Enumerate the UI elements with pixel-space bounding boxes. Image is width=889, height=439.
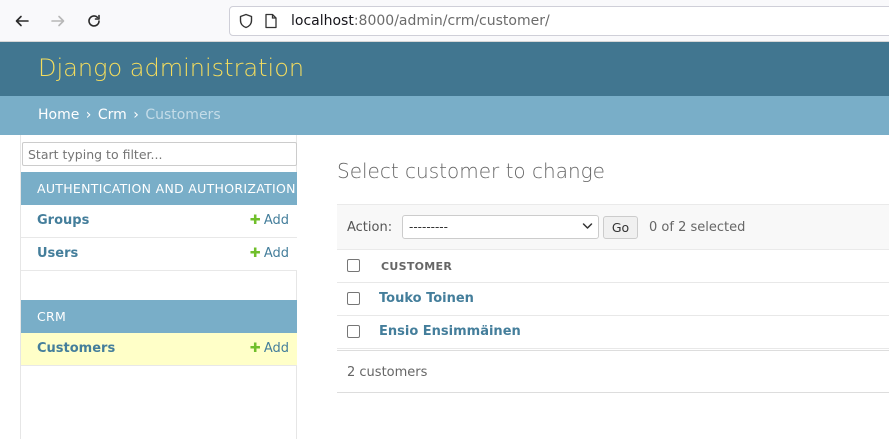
table-row: Touko Toinen xyxy=(337,283,889,316)
shield-icon[interactable] xyxy=(238,13,254,33)
add-group-button[interactable]: ✚ Add xyxy=(250,213,289,228)
action-selected-value: --------- xyxy=(409,220,448,234)
sidebar-item-customers[interactable]: Customers ✚ Add xyxy=(21,333,297,366)
nav-filter-input[interactable] xyxy=(22,142,297,166)
breadcrumb-home[interactable]: Home xyxy=(38,107,79,123)
reload-icon[interactable] xyxy=(82,10,106,32)
users-link[interactable]: Users xyxy=(37,246,78,261)
column-header-customer[interactable]: CUSTOMER xyxy=(381,260,452,273)
selected-count: 0 of 2 selected xyxy=(649,220,746,235)
paginator: 2 customers xyxy=(337,350,889,393)
actions-bar: Action: --------- Go 0 of 2 selected xyxy=(337,204,889,250)
result-count: 2 customers xyxy=(347,365,428,380)
page-title: Select customer to change xyxy=(337,159,605,183)
plus-icon: ✚ xyxy=(249,246,261,261)
url-text[interactable]: localhost:8000/admin/crm/customer/ xyxy=(291,13,550,29)
customer-link[interactable]: Touko Toinen xyxy=(379,291,474,306)
module-auth: AUTHENTICATION AND AUTHORIZATION Groups … xyxy=(21,172,297,271)
add-label: Add xyxy=(263,341,289,356)
add-user-button[interactable]: ✚ Add xyxy=(250,246,289,261)
module-crm: CRM Customers ✚ Add xyxy=(21,300,297,366)
row-checkbox[interactable] xyxy=(347,292,360,305)
result-list: CUSTOMER Touko Toinen Ensio Ensimmäinen xyxy=(337,250,889,349)
url-host: localhost xyxy=(291,13,354,29)
sidebar-item-users[interactable]: Users ✚ Add xyxy=(21,238,297,271)
site-branding[interactable]: Django administration xyxy=(38,54,304,82)
module-caption-crm[interactable]: CRM xyxy=(21,300,297,333)
chevron-down-icon xyxy=(582,219,593,236)
customers-link[interactable]: Customers xyxy=(37,341,115,356)
row-checkbox[interactable] xyxy=(347,325,360,338)
groups-link[interactable]: Groups xyxy=(37,213,89,228)
site-header: Django administration xyxy=(0,42,889,96)
address-bar[interactable]: localhost:8000/admin/crm/customer/ xyxy=(229,6,889,36)
table-header: CUSTOMER xyxy=(337,250,889,283)
breadcrumb-crm[interactable]: Crm xyxy=(98,107,127,123)
page-icon[interactable] xyxy=(264,13,278,33)
add-customer-button[interactable]: ✚ Add xyxy=(250,341,289,356)
forward-arrow-icon[interactable] xyxy=(46,10,70,32)
content-main: Select customer to change Action: ------… xyxy=(297,135,889,439)
url-path: :8000/admin/crm/customer/ xyxy=(353,13,550,29)
select-all-checkbox[interactable] xyxy=(347,259,360,272)
browser-toolbar: localhost:8000/admin/crm/customer/ xyxy=(0,0,889,42)
add-label: Add xyxy=(263,246,289,261)
back-arrow-icon[interactable] xyxy=(10,10,34,32)
plus-icon: ✚ xyxy=(249,213,261,228)
customer-link[interactable]: Ensio Ensimmäinen xyxy=(379,324,521,339)
nav-sidebar: AUTHENTICATION AND AUTHORIZATION Groups … xyxy=(20,135,297,439)
breadcrumb-separator: › xyxy=(85,107,92,123)
breadcrumb: Home › Crm › Customers xyxy=(0,96,889,135)
add-label: Add xyxy=(263,213,289,228)
action-label: Action: xyxy=(347,220,393,235)
table-row: Ensio Ensimmäinen xyxy=(337,316,889,349)
module-caption-auth[interactable]: AUTHENTICATION AND AUTHORIZATION xyxy=(21,172,297,205)
breadcrumb-separator: › xyxy=(133,107,139,123)
sidebar-item-groups[interactable]: Groups ✚ Add xyxy=(21,205,297,238)
action-select[interactable]: --------- xyxy=(402,215,599,239)
go-button[interactable]: Go xyxy=(603,216,638,239)
plus-icon: ✚ xyxy=(249,341,261,356)
breadcrumb-current: Customers xyxy=(145,107,221,123)
